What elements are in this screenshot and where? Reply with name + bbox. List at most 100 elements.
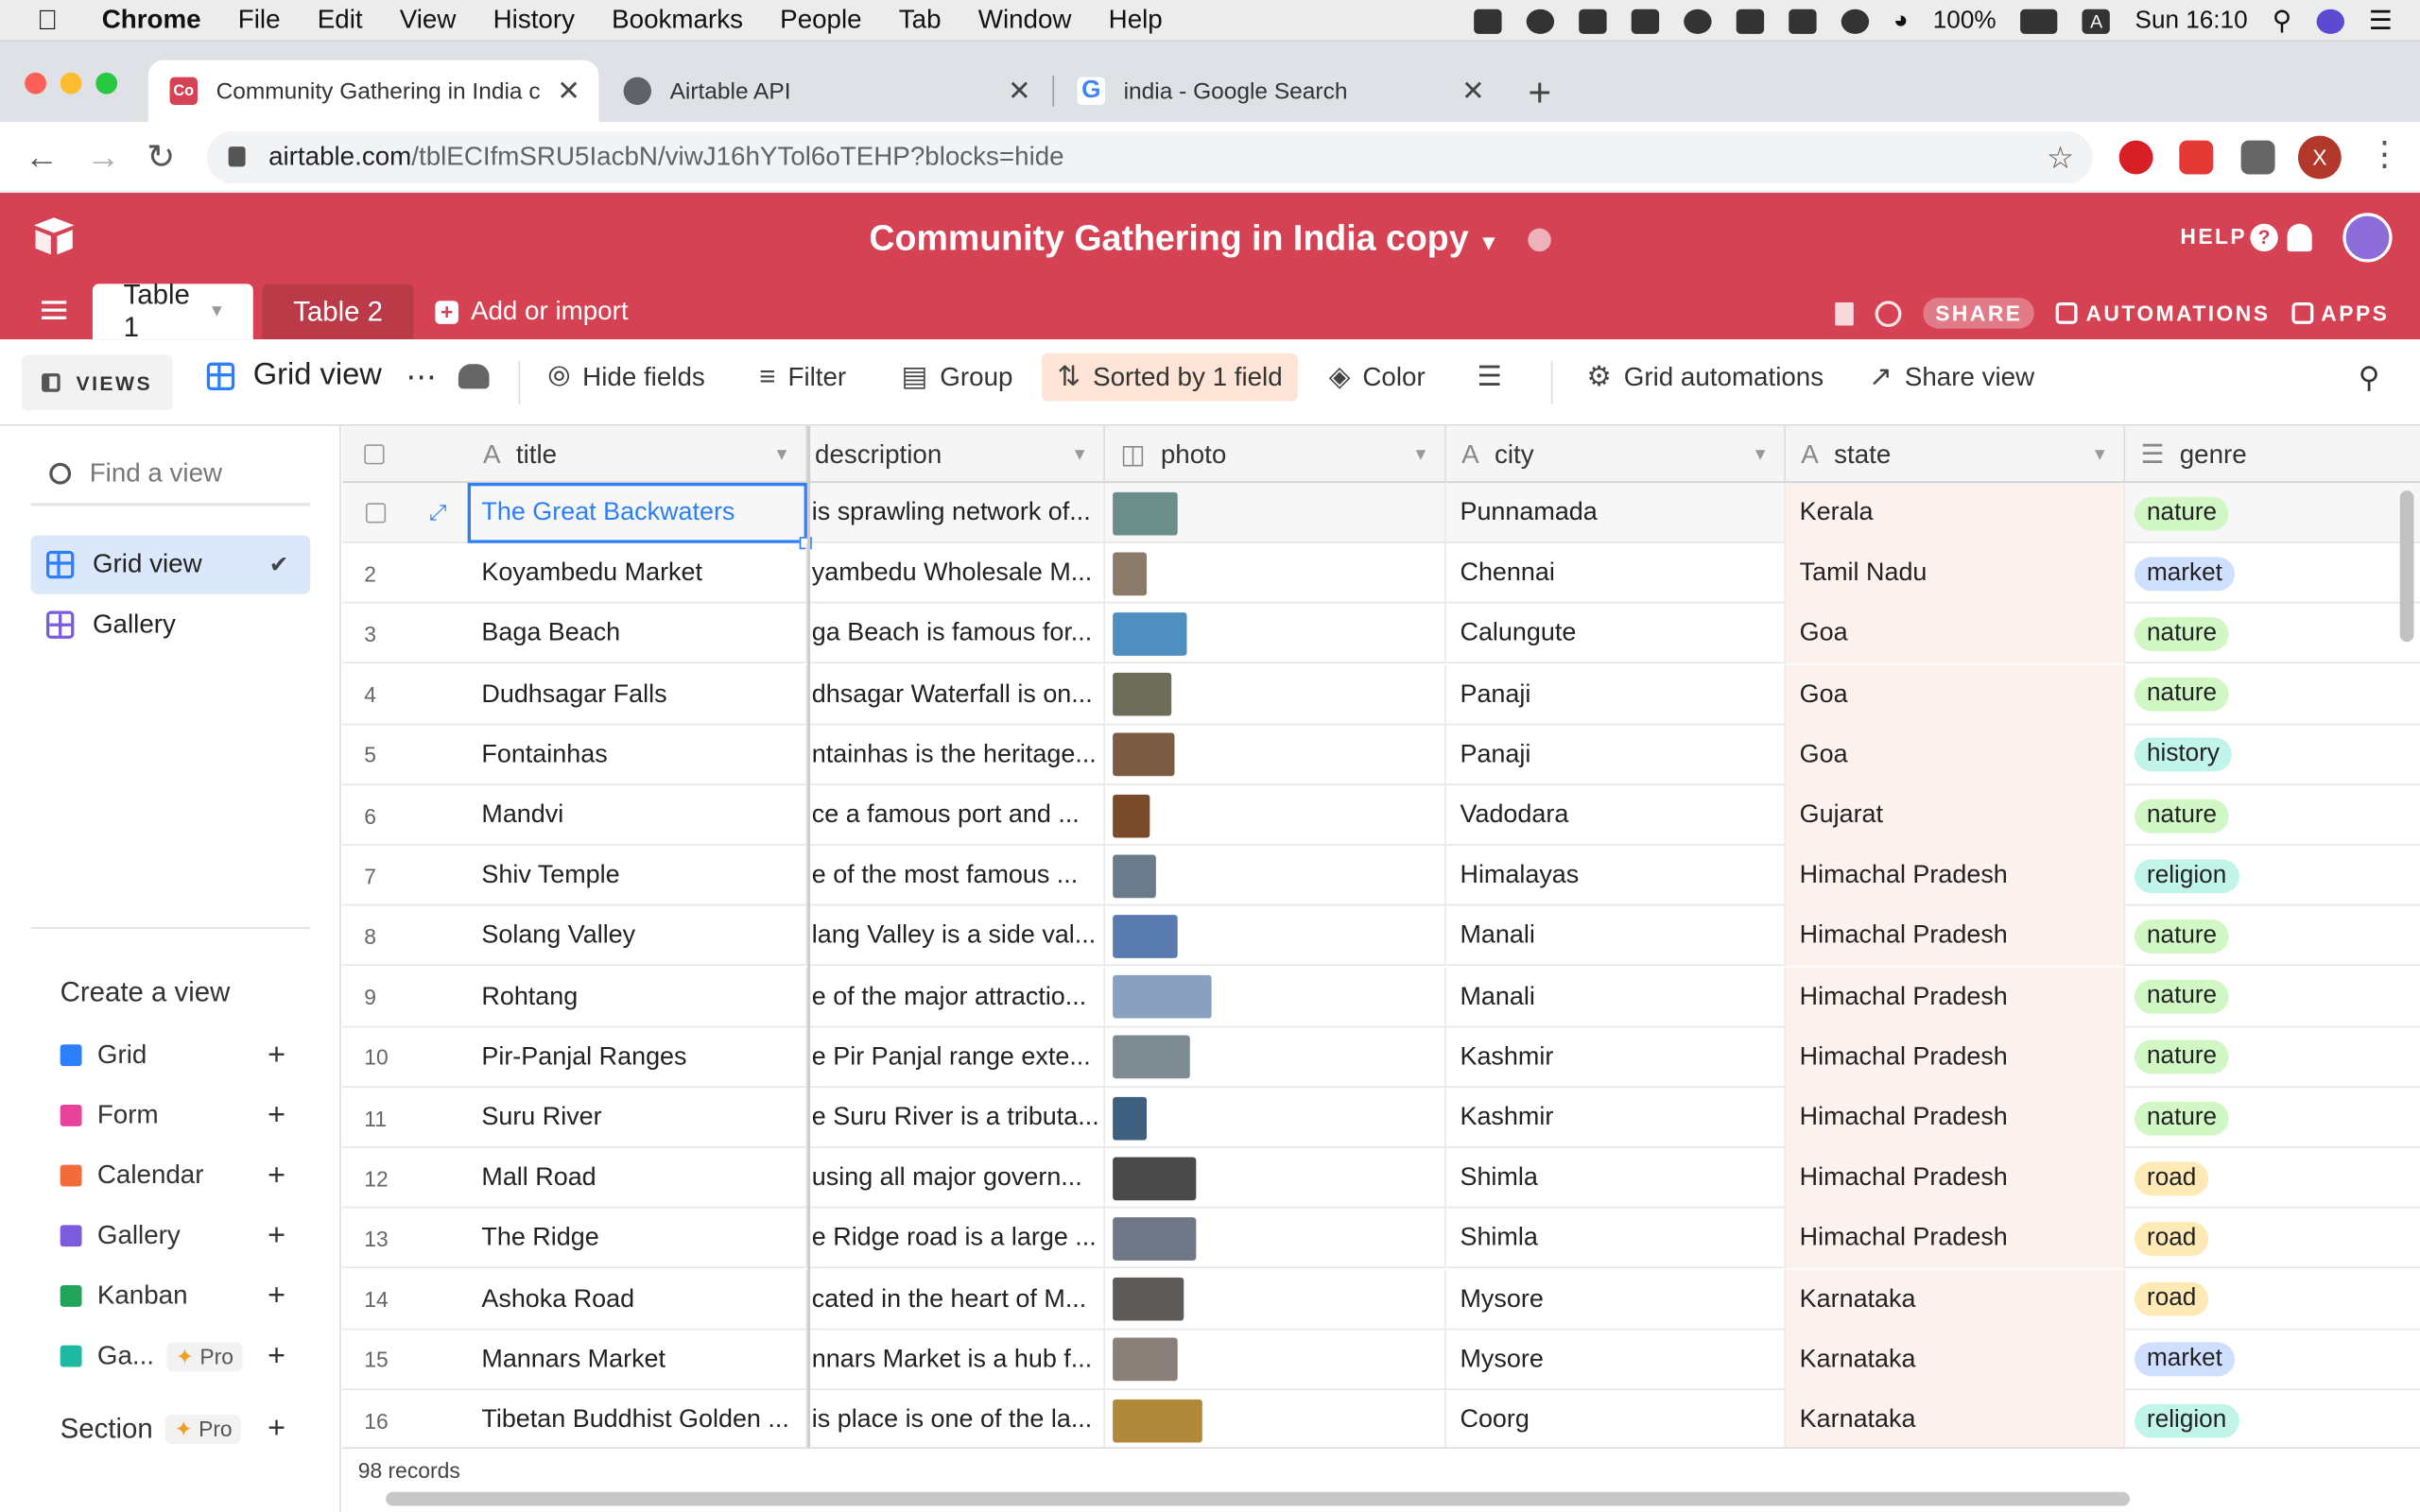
table-row[interactable]: 2 Koyambedu Market yambedu Wholesale M... C… <box>342 542 2420 604</box>
genre-cell[interactable]: road <box>2125 1148 2420 1209</box>
create-form-view[interactable]: Form + <box>60 1092 307 1139</box>
state-cell[interactable]: Himachal Pradesh <box>1785 845 2126 906</box>
find-view-input[interactable]: Find a view <box>30 444 311 507</box>
table-row[interactable]: 8 Solang Valley lang Valley is a side val.… <box>342 906 2420 967</box>
city-cell[interactable]: Kashmir <box>1446 1088 1786 1148</box>
color-button[interactable]: ◈ Color <box>1329 361 1426 393</box>
city-cell[interactable]: Mysore <box>1446 1269 1786 1330</box>
state-cell[interactable]: Himachal Pradesh <box>1785 906 2126 967</box>
photo-cell[interactable] <box>1105 1390 1446 1451</box>
row-number[interactable]: 13 <box>342 1209 467 1269</box>
add-or-import-button[interactable]: + Add or import <box>435 296 629 327</box>
city-cell[interactable]: Coorg <box>1446 1390 1786 1451</box>
more-options-icon[interactable]: ⋯ <box>406 358 437 397</box>
photo-thumbnail[interactable] <box>1113 1035 1190 1079</box>
group-button[interactable]: ▤ Group <box>901 361 1012 393</box>
siri-icon[interactable] <box>2316 8 2344 34</box>
state-cell[interactable]: Himachal Pradesh <box>1785 1209 2126 1269</box>
create-gallery-view[interactable]: Gallery + <box>60 1212 307 1259</box>
chevron-down-icon[interactable]: ▼ <box>1412 445 1429 464</box>
photo-cell[interactable] <box>1105 967 1446 1027</box>
trash-icon[interactable] <box>1835 301 1854 325</box>
photo-cell[interactable] <box>1105 1147 1446 1209</box>
share-button[interactable]: SHARE <box>1923 298 2035 329</box>
row-number[interactable]: 15 <box>342 1330 467 1390</box>
profile-avatar[interactable]: X <box>2298 135 2342 180</box>
menu-people[interactable]: People <box>780 5 861 36</box>
photo-cell[interactable] <box>1105 542 1446 604</box>
row-height-icon[interactable]: ☰ <box>1477 361 1501 393</box>
state-cell[interactable]: Kerala <box>1785 483 2126 543</box>
state-cell[interactable]: Karnataka <box>1785 1330 2126 1390</box>
pen-icon[interactable] <box>1631 8 1659 34</box>
title-cell[interactable]: Pir-Panjal Ranges <box>468 1027 807 1088</box>
close-window-icon[interactable] <box>25 72 46 94</box>
menu-bookmarks[interactable]: Bookmarks <box>612 5 743 36</box>
state-cell[interactable]: Himachal Pradesh <box>1785 967 2126 1027</box>
photo-cell[interactable] <box>1105 906 1446 967</box>
table-row[interactable]: 10 Pir-Panjal Ranges e Pir Panjal range ex… <box>342 1027 2420 1088</box>
photo-thumbnail[interactable] <box>1113 1337 1178 1382</box>
close-tab-icon[interactable]: ✕ <box>557 75 580 107</box>
create-section[interactable]: Section ✦ Pro + <box>60 1412 307 1446</box>
row-number[interactable]: 8 <box>342 906 467 967</box>
city-cell[interactable]: Mysore <box>1446 1330 1786 1390</box>
table-row[interactable]: 4 Dudhsagar Falls dhsagar Waterfall is on.… <box>342 664 2420 725</box>
column-header-state[interactable]: A state ▼ <box>1786 425 2126 484</box>
minimize-window-icon[interactable] <box>60 72 82 94</box>
photo-cell[interactable] <box>1105 664 1446 725</box>
genre-cell[interactable]: market <box>2125 1330 2420 1390</box>
description-cell[interactable]: cated in the heart of M... <box>810 1269 1105 1330</box>
description-cell[interactable]: e Pir Panjal range exte... <box>810 1027 1105 1088</box>
title-cell[interactable]: Koyambedu Market <box>468 542 807 604</box>
genre-cell[interactable]: nature <box>2125 483 2420 543</box>
description-cell[interactable]: e of the most famous ... <box>810 845 1105 906</box>
state-cell[interactable]: Karnataka <box>1785 1390 2126 1451</box>
city-cell[interactable]: Panaji <box>1446 664 1786 725</box>
description-cell[interactable]: ntainhas is the heritage... <box>810 725 1105 785</box>
city-cell[interactable]: Shimla <box>1446 1209 1786 1269</box>
photo-cell[interactable] <box>1105 1269 1446 1330</box>
ublock-extension-icon[interactable] <box>2118 140 2153 175</box>
genre-cell[interactable]: history <box>2125 725 2420 785</box>
city-cell[interactable]: Vadodara <box>1446 785 1786 846</box>
new-tab-button[interactable]: + <box>1528 69 1551 117</box>
browser-tab-airtable-api[interactable]: Airtable API ✕ <box>602 60 1049 122</box>
extensions-puzzle-icon[interactable] <box>2240 140 2275 175</box>
grid-automations-button[interactable]: ⚙ Grid automations <box>1586 361 1824 393</box>
info-icon[interactable] <box>1528 229 1551 252</box>
row-checkbox[interactable] <box>365 503 387 524</box>
photo-cell[interactable] <box>1105 1088 1446 1148</box>
menu-app[interactable]: Chrome <box>102 5 201 36</box>
genre-cell[interactable]: religion <box>2125 846 2420 906</box>
genre-cell[interactable]: nature <box>2125 1027 2420 1088</box>
row-number[interactable]: 4 <box>342 664 467 725</box>
chevron-down-icon[interactable]: ▼ <box>1071 445 1088 464</box>
create-grid-view[interactable]: Grid + <box>60 1032 307 1078</box>
wechat-icon[interactable] <box>1526 8 1554 34</box>
genre-cell[interactable]: nature <box>2125 967 2420 1027</box>
tab-table-2[interactable]: Table 2 <box>262 284 414 340</box>
photo-thumbnail[interactable] <box>1113 490 1178 535</box>
send-icon[interactable] <box>1736 8 1764 34</box>
youtube-extension-icon[interactable] <box>2179 140 2214 175</box>
close-tab-icon[interactable]: ✕ <box>1008 75 1031 107</box>
genre-cell[interactable]: road <box>2125 1269 2420 1330</box>
plus-icon[interactable]: + <box>268 1338 285 1374</box>
hide-fields-button[interactable]: ⦾ Hide fields <box>548 361 705 393</box>
input-source-icon[interactable]: A <box>2083 8 2111 34</box>
create-gantt-view[interactable]: Ga... ✦ Pro + <box>60 1333 307 1380</box>
state-cell[interactable]: Himachal Pradesh <box>1785 1088 2126 1148</box>
title-cell[interactable]: The Great Backwaters <box>467 483 812 550</box>
menu-file[interactable]: File <box>238 5 281 36</box>
row-number[interactable]: 16 <box>342 1390 467 1451</box>
help-link[interactable]: HELP <box>2180 224 2247 249</box>
genre-cell[interactable]: road <box>2125 1209 2420 1269</box>
description-cell[interactable]: yambedu Wholesale M... <box>810 542 1105 604</box>
state-cell[interactable]: Karnataka <box>1785 1269 2126 1330</box>
row-number[interactable]: 14 <box>342 1269 467 1330</box>
photo-thumbnail[interactable] <box>1113 1216 1197 1261</box>
photo-thumbnail[interactable] <box>1113 974 1212 1019</box>
create-calendar-view[interactable]: Calendar + <box>60 1153 307 1199</box>
sidebar-item-gallery[interactable]: Gallery <box>31 595 311 654</box>
